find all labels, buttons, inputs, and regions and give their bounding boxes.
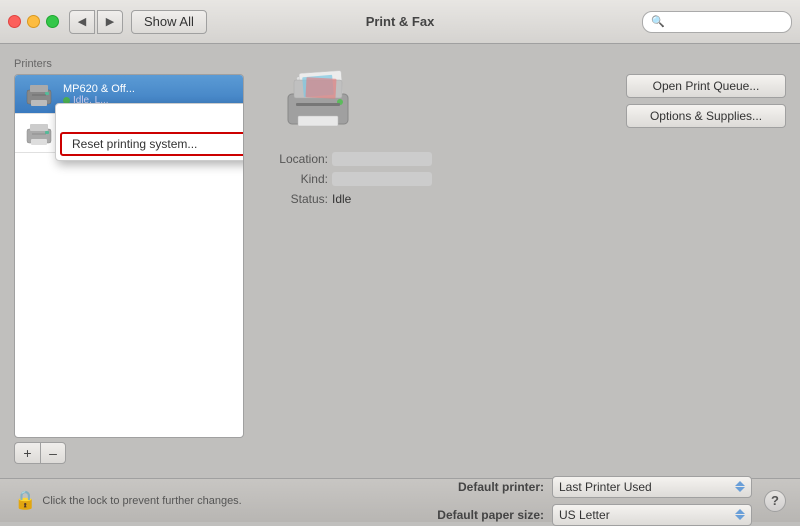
traffic-lights (8, 15, 59, 28)
context-menu: Set default printer Reset printing syste… (55, 103, 244, 161)
lock-area: 🔒 Click the lock to prevent further chan… (14, 490, 242, 511)
bottom-bar: 🔒 Click the lock to prevent further chan… (0, 478, 800, 522)
default-printer-label: Default printer: (414, 480, 544, 494)
dropdown-arrow-paper-icon (735, 509, 745, 520)
nav-buttons: ◀ ▶ (69, 10, 123, 34)
add-printer-button[interactable]: + (14, 442, 40, 464)
printer-detail-top: Open Print Queue... Options & Supplies..… (258, 58, 786, 152)
show-all-button[interactable]: Show All (131, 10, 207, 34)
open-print-queue-button[interactable]: Open Print Queue... (626, 74, 786, 98)
printer-details: Location: Kind: Status: Idle (258, 152, 786, 216)
right-panel: Open Print Queue... Options & Supplies..… (258, 58, 786, 464)
printer-large-icon (278, 66, 358, 136)
location-value-bar (332, 152, 432, 166)
back-button[interactable]: ◀ (69, 10, 95, 34)
default-paper-dropdown[interactable]: US Letter (552, 504, 752, 526)
kind-row: Kind: (258, 172, 786, 186)
printer-icon-selected (23, 80, 55, 108)
printers-panel: Printers MP620 & Off... (14, 58, 244, 464)
kind-label: Kind: (258, 172, 328, 186)
context-reset-printing[interactable]: Reset printing system... (60, 132, 244, 156)
location-label: Location: (258, 152, 328, 166)
search-icon: 🔍 (651, 15, 665, 28)
search-box[interactable]: 🔍 (642, 11, 792, 33)
location-row: Location: (258, 152, 786, 166)
status-label: Status: (258, 192, 328, 206)
printer-name-1: MP620 & Off... (63, 83, 135, 95)
lock-icon[interactable]: 🔒 (14, 490, 36, 511)
remove-printer-button[interactable]: – (40, 442, 66, 464)
maximize-button[interactable] (46, 15, 59, 28)
printer-icon-2 (23, 119, 55, 147)
forward-button[interactable]: ▶ (97, 10, 123, 34)
kind-value-bar (332, 172, 432, 186)
status-value: Idle (332, 192, 351, 206)
default-paper-label: Default paper size: (414, 508, 544, 522)
lock-text: Click the lock to prevent further change… (42, 495, 241, 507)
settings-rows: Default printer: Last Printer Used Defau… (414, 476, 752, 526)
printer-item-selected[interactable]: MP620 & Off... Idle, L... Set default pr… (15, 75, 243, 114)
help-button[interactable]: ? (764, 490, 786, 512)
default-printer-row: Default printer: Last Printer Used (414, 476, 752, 498)
default-printer-dropdown[interactable]: Last Printer Used (552, 476, 752, 498)
dropdown-arrow-icon (735, 481, 745, 492)
main-content: Printers MP620 & Off... (0, 44, 800, 478)
close-button[interactable] (8, 15, 21, 28)
action-buttons: Open Print Queue... Options & Supplies..… (374, 74, 786, 128)
default-paper-row: Default paper size: US Letter (414, 504, 752, 526)
options-supplies-button[interactable]: Options & Supplies... (626, 104, 786, 128)
minimize-button[interactable] (27, 15, 40, 28)
titlebar: ◀ ▶ Show All Print & Fax 🔍 (0, 0, 800, 44)
printers-label: Printers (14, 58, 244, 70)
window-title: Print & Fax (366, 14, 435, 29)
status-row: Status: Idle (258, 192, 786, 206)
panel-bottom: + – (14, 442, 244, 464)
context-set-default[interactable]: Set default printer (56, 106, 244, 130)
printers-list: MP620 & Off... Idle, L... Set default pr… (14, 74, 244, 438)
